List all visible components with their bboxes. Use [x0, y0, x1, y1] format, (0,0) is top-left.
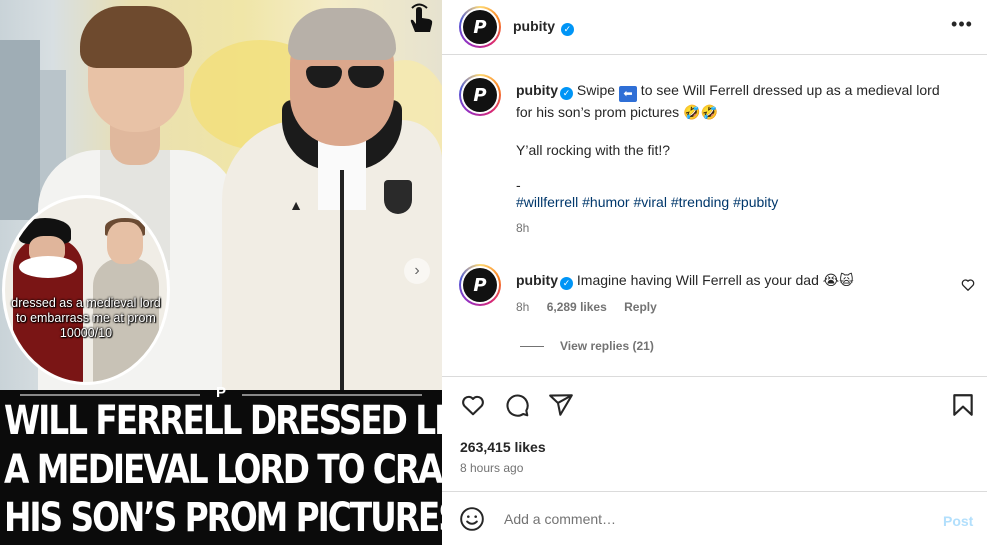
hashtag-link[interactable]: #pubity: [733, 194, 778, 210]
caption-text-before: Swipe: [573, 82, 619, 98]
hashtag-link[interactable]: #humor: [582, 194, 629, 210]
add-comment-input[interactable]: [504, 511, 924, 527]
post-timestamp[interactable]: 8 hours ago: [460, 461, 523, 475]
header-avatar[interactable]: P: [459, 6, 501, 48]
view-replies-button[interactable]: View replies (21): [520, 339, 654, 353]
reply-button[interactable]: Reply: [624, 300, 657, 314]
caption-first-paragraph: pubity ✓ Swipe ⬅ to see Will Ferrell dres…: [516, 80, 956, 123]
comment-meta: 8h 6,289 likes Reply: [516, 300, 671, 314]
comment-bubble-icon[interactable]: [504, 392, 530, 418]
inset-caption-line: dressed as a medieval lord: [11, 296, 161, 310]
verified-badge-icon: ✓: [560, 277, 573, 290]
comment-like-heart-icon[interactable]: [961, 278, 975, 292]
pubity-avatar-logo: P: [463, 10, 497, 44]
verified-badge-icon: ✓: [560, 87, 573, 100]
hashtag-link[interactable]: #trending: [671, 194, 729, 210]
save-bookmark-icon[interactable]: [950, 392, 976, 418]
headline-line: WILL FERRELL DRESSED LIKE: [4, 398, 442, 444]
adidas-logo: ▲: [289, 197, 303, 213]
carousel-next-button[interactable]: ›: [404, 258, 430, 284]
hashtag-link[interactable]: #willferrell: [516, 194, 578, 210]
inset-circle-photo: dressed as a medieval lord to embarrass …: [2, 195, 170, 385]
comment-username[interactable]: pubity: [516, 272, 558, 288]
headline-line: A MEDIEVAL LORD TO CRASH: [4, 447, 442, 493]
hashtag-link[interactable]: #viral: [633, 194, 666, 210]
lord-ruff-collar: [19, 256, 77, 278]
post-caption: pubity ✓ Swipe ⬅ to see Will Ferrell dres…: [516, 80, 956, 239]
background-building: [0, 40, 40, 220]
pubity-avatar-logo: P: [463, 78, 497, 112]
will-ferrell-hair: [288, 8, 396, 60]
comment-avatar[interactable]: P: [459, 264, 501, 306]
view-replies-label: View replies (21): [560, 339, 654, 353]
inset-caption-line: to embarrass me at prom: [16, 311, 156, 325]
comment-body: pubity ✓ Imagine having Will Ferrell as y…: [516, 270, 946, 290]
hashtag-list: #willferrell #humor #viral #trending #pu…: [516, 192, 956, 213]
lafc-badge: [384, 180, 412, 214]
post-media[interactable]: ▲ dressed as a medieval lord to embarras…: [0, 0, 442, 545]
post-likes-count[interactable]: 263,415 likes: [460, 439, 546, 455]
comment-timestamp[interactable]: 8h: [516, 300, 529, 314]
headline-divider: [20, 394, 200, 396]
caption-username[interactable]: pubity: [516, 82, 558, 98]
caption-timestamp[interactable]: 8h: [516, 218, 956, 239]
caption-avatar[interactable]: P: [459, 74, 501, 116]
headline-line: HIS SON’S PROM PICTURES: [4, 495, 442, 541]
verified-badge-icon: ✓: [560, 23, 574, 36]
inset-caption-line: 10000/10: [59, 326, 113, 340]
caption-line: Y’all rocking with the fit!?: [516, 142, 671, 158]
comment-text: Imagine having Will Ferrell as your dad …: [576, 272, 854, 288]
header-username-row[interactable]: pubity ✓: [513, 18, 574, 36]
left-arrow-emoji-icon: ⬅: [618, 86, 637, 102]
more-options-icon[interactable]: •••: [950, 14, 974, 38]
headline-divider: [242, 394, 422, 396]
share-send-icon[interactable]: [548, 392, 574, 418]
emoji-picker-icon[interactable]: [459, 506, 485, 532]
header-divider: [442, 54, 987, 55]
pubity-avatar-logo: P: [463, 268, 497, 302]
post-comment-button[interactable]: Post: [943, 513, 973, 529]
comment-box-divider: [442, 491, 987, 492]
caption-dash: -: [516, 177, 521, 193]
tap-hand-icon: [403, 2, 437, 36]
like-heart-icon[interactable]: [460, 392, 486, 418]
actions-divider: [442, 376, 987, 377]
header-username[interactable]: pubity: [513, 18, 555, 34]
son-hair: [80, 6, 192, 68]
comment-likes-count[interactable]: 6,289 likes: [547, 300, 607, 314]
prom-son-head: [107, 222, 143, 264]
replies-line: [520, 346, 544, 348]
jacket-zipper: [340, 170, 344, 390]
